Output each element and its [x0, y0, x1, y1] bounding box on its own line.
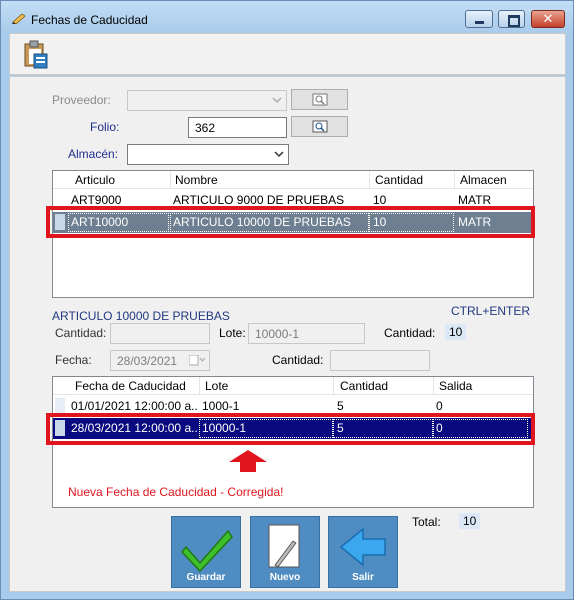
cantidad2-input[interactable]: [330, 350, 430, 371]
maximize-button[interactable]: [498, 10, 525, 28]
articles-grid-header: Articulo Nombre Cantidad Almacen: [53, 171, 533, 189]
window-title: Fechas de Caducidad: [31, 13, 148, 27]
title-bar: Fechas de Caducidad ✕: [1, 1, 573, 33]
shortcut-hint: CTRL+ENTER: [451, 304, 531, 318]
fecha-picker[interactable]: 28/03/2021: [110, 350, 210, 371]
lote-input[interactable]: 10000-1: [248, 323, 365, 344]
almacen-combo[interactable]: [127, 144, 289, 165]
cantidad-right-value: 10: [445, 324, 467, 340]
search-icon: [312, 93, 328, 106]
close-icon: ✕: [542, 11, 554, 26]
column-header[interactable]: Lote: [205, 379, 228, 393]
fecha-label: Fecha:: [55, 353, 92, 367]
checkmark-icon: [181, 529, 233, 573]
cantidad-label: Cantidad:: [55, 326, 107, 340]
proveedor-combo[interactable]: [127, 90, 287, 111]
articulo-cell: ART9000: [71, 193, 122, 207]
guardar-label: Guardar: [186, 572, 226, 583]
close-button[interactable]: ✕: [531, 10, 565, 28]
column-header[interactable]: Articulo: [75, 173, 115, 187]
salida-cell: 0: [436, 399, 443, 413]
cantidad-cell: 10: [373, 193, 387, 207]
form-panel: Proveedor: Folio: 362 Almacén: Articulo …: [9, 76, 566, 592]
fecha-value: 28/03/2021: [117, 354, 178, 368]
folio-label: Folio:: [90, 120, 120, 134]
app-window: Fechas de Caducidad ✕ Proveedor: Folio: …: [0, 0, 574, 600]
proveedor-label: Proveedor:: [52, 93, 111, 107]
total-value: 10: [459, 513, 481, 529]
salir-label: Salir: [352, 572, 374, 583]
column-header[interactable]: Cantidad: [340, 379, 388, 393]
folio-search-button[interactable]: [291, 116, 348, 137]
pencil-icon: [12, 13, 26, 24]
chevron-down-icon: [272, 97, 282, 104]
fecha-cell: 01/01/2021 12:00:00 a...: [71, 399, 197, 413]
chevron-down-icon: [274, 151, 284, 158]
correction-note: Nueva Fecha de Caducidad - Corregida!: [68, 485, 284, 499]
minimize-icon: [466, 11, 492, 27]
guardar-button[interactable]: Guardar: [171, 516, 241, 588]
search-icon: [312, 120, 328, 133]
expiry-grid-header: Fecha de Caducidad Lote Cantidad Salida: [53, 377, 533, 395]
column-header[interactable]: Nombre: [175, 173, 218, 187]
row-indicator: [55, 398, 65, 414]
almacen-cell: MATR: [458, 193, 492, 207]
column-header[interactable]: Fecha de Caducidad: [75, 379, 186, 393]
maximize-icon: [499, 11, 524, 27]
new-document-icon: [268, 524, 300, 568]
minimize-button[interactable]: [465, 10, 493, 28]
arrow-up-icon: [229, 450, 267, 472]
nombre-cell: ARTICULO 9000 DE PRUEBAS: [173, 193, 345, 207]
cantidad-right-label: Cantidad:: [384, 326, 436, 340]
lote-label: Lote:: [219, 326, 246, 340]
cantidad-cell: 5: [337, 399, 344, 413]
folio-input[interactable]: 362: [188, 117, 287, 138]
almacen-label: Almacén:: [68, 147, 119, 161]
lote-cell: 1000-1: [202, 399, 240, 413]
salir-button[interactable]: Salir: [328, 516, 398, 588]
proveedor-search-button[interactable]: [291, 89, 348, 110]
cantidad2-label: Cantidad:: [272, 353, 324, 367]
column-header[interactable]: Salida: [439, 379, 472, 393]
cantidad-input[interactable]: [110, 323, 210, 344]
nuevo-button[interactable]: Nuevo: [250, 516, 320, 588]
toolbar: [9, 33, 566, 75]
highlight-box: [46, 413, 535, 445]
nuevo-label: Nuevo: [269, 572, 301, 583]
column-header[interactable]: Cantidad: [375, 173, 423, 187]
article-name-label: ARTICULO 10000 DE PRUEBAS: [52, 309, 230, 323]
highlight-box: [46, 206, 535, 238]
clipboard-icon[interactable]: [23, 40, 49, 70]
column-header[interactable]: Almacen: [460, 173, 507, 187]
calendar-dropdown-icon: [189, 355, 205, 366]
total-label: Total:: [412, 515, 441, 529]
exit-arrow-icon: [339, 527, 386, 567]
